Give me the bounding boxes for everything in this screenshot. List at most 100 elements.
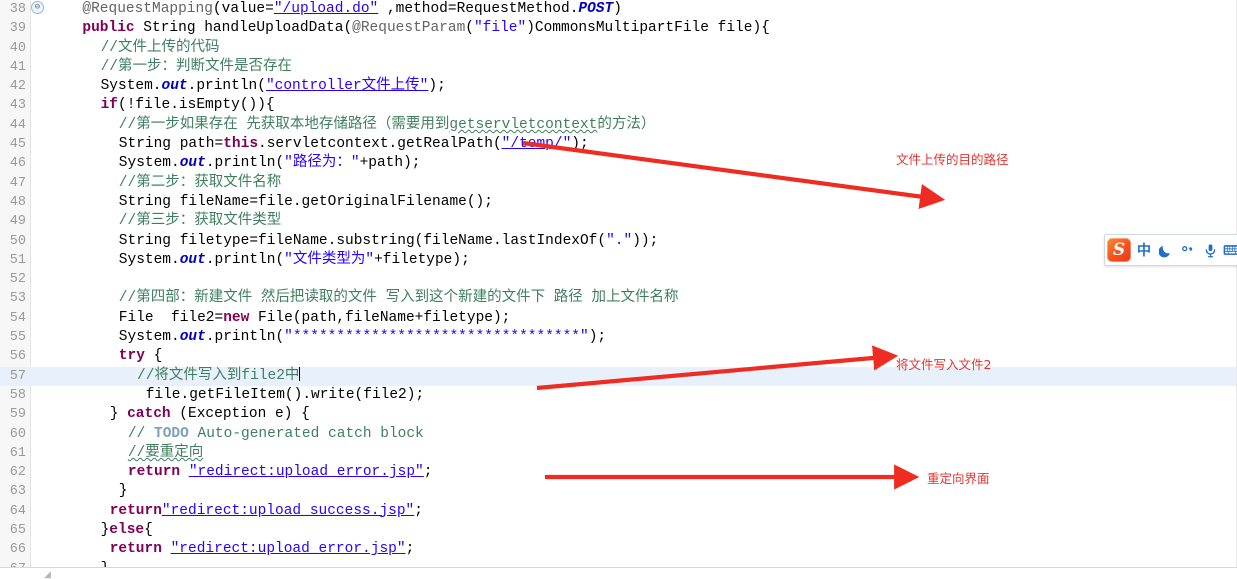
code-token: "." bbox=[606, 232, 633, 249]
line-number: 65 bbox=[9, 523, 26, 539]
editor-bottom-strip bbox=[0, 567, 1237, 579]
code-token: 的方法） bbox=[597, 116, 656, 133]
code-token: //将文件写入到file2中 bbox=[137, 367, 300, 384]
fold-collapse-icon[interactable]: ⊖ bbox=[31, 1, 44, 14]
code-token: out bbox=[179, 329, 206, 346]
line-number: 42 bbox=[9, 79, 26, 95]
punctuation-icon[interactable] bbox=[1177, 237, 1199, 263]
chinese-mode-icon[interactable]: 中 bbox=[1133, 237, 1155, 263]
code-line[interactable]: 63} bbox=[0, 482, 1237, 501]
code-line[interactable]: 61 //要重定向 bbox=[0, 444, 1237, 463]
code-line[interactable]: 55 System.out.println("******************… bbox=[0, 328, 1237, 347]
code-line[interactable]: 51 System.out.println("文件类型为"+filetype); bbox=[0, 251, 1237, 270]
code-editor[interactable]: 38 ⊖ @RequestMapping(value="/upload.do" ,m… bbox=[0, 0, 1237, 567]
code-token: //文件上传的代码 bbox=[100, 39, 220, 56]
code-token: +path); bbox=[359, 155, 421, 172]
code-line[interactable]: 57 //将文件写入到file2中 bbox=[0, 366, 1237, 386]
code-line[interactable]: 42 System.out.println("controller文件上传"); bbox=[0, 77, 1237, 96]
code-line[interactable]: 65}else{ bbox=[0, 521, 1237, 540]
code-token: if bbox=[100, 97, 118, 114]
code-line[interactable]: 66 return "redirect:upload_error.jsp"; bbox=[0, 540, 1237, 559]
code-line[interactable]: 58 file.getFileItem().write(file2); bbox=[0, 386, 1237, 405]
code-token: TODO bbox=[154, 425, 189, 442]
code-line[interactable]: 48 String fileName=file.getOriginalFilena… bbox=[0, 193, 1237, 212]
code-token: @RequestParam bbox=[352, 20, 466, 37]
code-line[interactable]: 49 //第三步：获取文件类型 bbox=[0, 212, 1237, 231]
code-line-text: public String handleUploadData(@RequestP… bbox=[46, 19, 769, 38]
code-line-text: System.out.println("controller文件上传"); bbox=[46, 77, 446, 96]
code-line[interactable]: 38 ⊖ @RequestMapping(value="/upload.do" ,m… bbox=[0, 0, 1237, 19]
code-line[interactable]: 39 public String handleUploadData(@Reques… bbox=[0, 19, 1237, 38]
moon-icon[interactable] bbox=[1155, 237, 1177, 263]
line-number: 47 bbox=[9, 175, 26, 191]
code-token: ); bbox=[428, 78, 446, 95]
line-number: 48 bbox=[9, 194, 26, 210]
line-number: 44 bbox=[9, 117, 26, 133]
code-token: ) bbox=[613, 1, 622, 17]
code-line-text: //第一步如果存在 先获取本地存储路径（需要用到getservletcontex… bbox=[46, 116, 656, 135]
code-token: "/upload.do" bbox=[273, 1, 379, 17]
code-token: .println( bbox=[187, 78, 266, 95]
code-line[interactable]: 54 File file2=new File(path,fileName+file… bbox=[0, 309, 1237, 328]
code-line-text: //要重定向 bbox=[46, 444, 203, 463]
code-token: { bbox=[144, 522, 153, 539]
code-token: "redirect:upload_success.jsp" bbox=[161, 502, 415, 519]
code-token: "/temp/" bbox=[501, 136, 572, 153]
code-token: .println( bbox=[205, 155, 285, 172]
line-number: 67 bbox=[0, 560, 26, 567]
code-line[interactable]: 45 String path=this.servletcontext.getRea… bbox=[0, 135, 1237, 154]
code-line-text: System.out.println("路径为："+path); bbox=[46, 154, 421, 173]
code-line[interactable]: 62 return "redirect:upload_error.jsp"; bbox=[0, 463, 1237, 482]
code-line[interactable]: 46 System.out.println("路径为："+path); bbox=[0, 154, 1237, 173]
code-token: } bbox=[118, 483, 128, 500]
line-number: 51 bbox=[9, 252, 26, 268]
code-token: { bbox=[144, 348, 163, 365]
code-line-text: //文件上传的代码 bbox=[46, 39, 220, 58]
code-line-text: File file2=new File(path,fileName+filety… bbox=[46, 309, 511, 328]
code-line-text: @RequestMapping(value="/upload.do" ,meth… bbox=[46, 0, 622, 19]
line-number: 63 bbox=[9, 484, 26, 500]
line-number: 64 bbox=[9, 503, 26, 519]
code-line[interactable]: 53 //第四部：新建文件 然后把读取的文件 写入到这个新建的文件下 路径 加上文… bbox=[0, 289, 1237, 308]
code-line-text: } bbox=[46, 560, 110, 567]
code-token: +filetype); bbox=[374, 251, 470, 268]
code-line[interactable]: 59} catch (Exception e) { bbox=[0, 405, 1237, 424]
resize-grip-icon[interactable]: ◢ bbox=[44, 570, 53, 579]
microphone-icon[interactable] bbox=[1199, 237, 1221, 263]
text-cursor bbox=[299, 366, 301, 381]
code-line[interactable]: 64 return"redirect:upload_success.jsp"; bbox=[0, 502, 1237, 521]
code-token: "redirect:upload_error.jsp" bbox=[188, 464, 424, 481]
code-token: ; bbox=[405, 541, 415, 558]
keyboard-icon[interactable] bbox=[1221, 237, 1237, 263]
code-token: ; bbox=[423, 464, 433, 481]
sogou-ime-toolbar[interactable]: S 中 bbox=[1104, 234, 1237, 266]
code-line-text: //第三步：获取文件类型 bbox=[46, 212, 281, 231]
line-number: 39 bbox=[9, 21, 26, 37]
code-line[interactable]: 60 // TODO Auto-generated catch block bbox=[0, 425, 1237, 444]
code-token: //第一步：判断文件是否存在 bbox=[100, 58, 292, 75]
code-line-text: System.out.println("文件类型为"+filetype); bbox=[46, 251, 470, 270]
code-line[interactable]: 41 //第一步：判断文件是否存在 bbox=[0, 58, 1237, 77]
line-number: 54 bbox=[9, 310, 26, 326]
code-token: (!file.isEmpty()){ bbox=[118, 97, 275, 114]
sogou-logo-icon[interactable]: S bbox=[1107, 238, 1131, 262]
code-line[interactable]: 67} bbox=[0, 560, 1237, 567]
code-token: (Exception e) { bbox=[170, 406, 310, 423]
code-line[interactable]: 52 bbox=[0, 270, 1237, 289]
code-line[interactable]: 47 //第二步：获取文件名称 bbox=[0, 174, 1237, 193]
code-token: //第一步如果存在 先获取本地存储路径（需要用到 bbox=[118, 116, 450, 133]
code-token: String filetype=fileName.substring(fileN… bbox=[118, 232, 607, 249]
code-line[interactable]: 44 //第一步如果存在 先获取本地存储路径（需要用到getservletcont… bbox=[0, 116, 1237, 135]
code-line-text: //第一步：判断文件是否存在 bbox=[46, 58, 292, 77]
code-text-area[interactable]: 38 ⊖ @RequestMapping(value="/upload.do" ,m… bbox=[0, 0, 1237, 567]
code-line[interactable]: 50 String filetype=fileName.substring(fil… bbox=[0, 232, 1237, 251]
line-number: 43 bbox=[9, 98, 26, 114]
code-line[interactable]: 56 try { bbox=[0, 347, 1237, 366]
code-token: "controller文件上传" bbox=[265, 78, 429, 95]
code-token: } bbox=[109, 406, 128, 423]
code-line[interactable]: 43 if(!file.isEmpty()){ bbox=[0, 96, 1237, 115]
code-token: "redirect:upload_error.jsp" bbox=[170, 541, 406, 558]
annotation-upload-target-path: 文件上传的目的路径 bbox=[896, 152, 1009, 167]
code-line[interactable]: 40 //文件上传的代码 bbox=[0, 39, 1237, 58]
